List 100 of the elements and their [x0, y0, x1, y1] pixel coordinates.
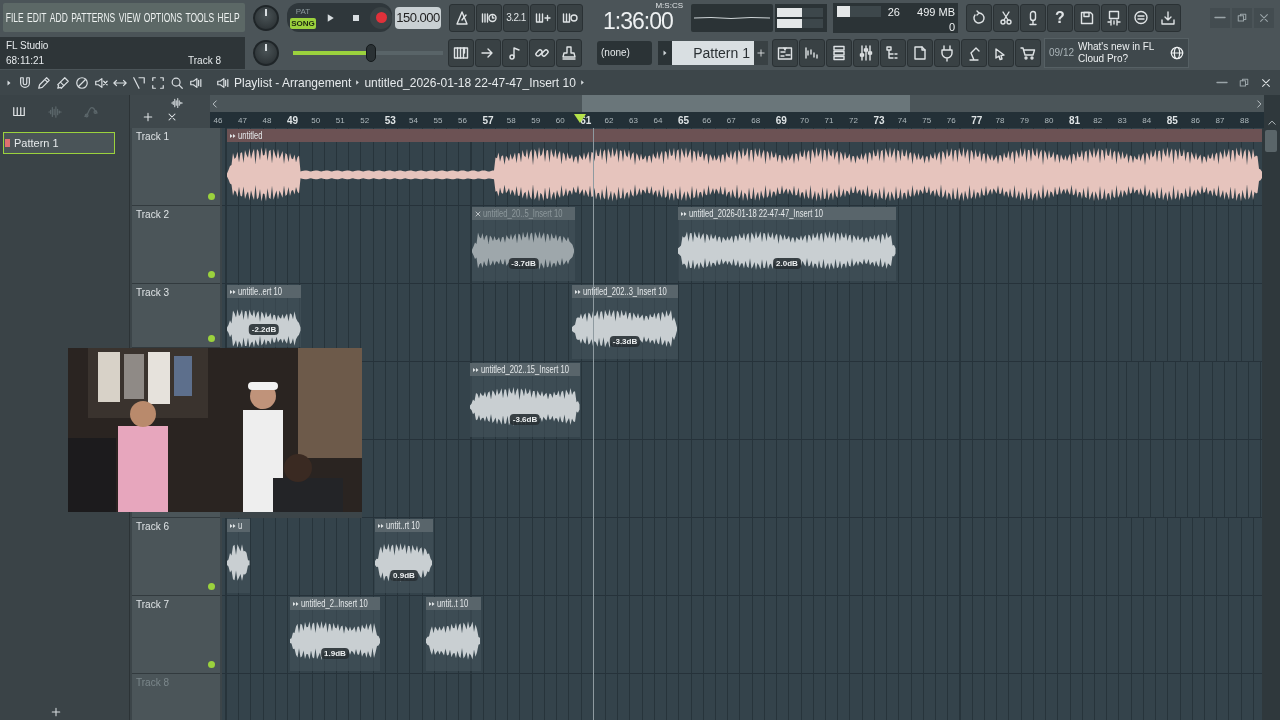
countdown-button[interactable]: 3.2.1 [503, 3, 529, 32]
track-lane[interactable]: untitled_2..Insert 10 1.9dB untit..t 10 [222, 596, 1262, 674]
step-plus-button[interactable] [530, 3, 556, 32]
bar-number: 63 [629, 115, 639, 125]
bar-number: 73 [873, 114, 886, 126]
scissors-button[interactable] [993, 3, 1019, 32]
menu-item[interactable]: ADD [49, 10, 68, 25]
menu-item[interactable]: EDIT [27, 10, 47, 25]
audio-clip[interactable]: u [227, 519, 250, 593]
bar-number: 46 [213, 115, 224, 125]
bar-number: 53 [384, 114, 397, 126]
step-loop-button[interactable] [557, 3, 583, 32]
caret-right-icon [661, 48, 669, 57]
add-button[interactable] [50, 706, 62, 718]
lamp-button[interactable] [961, 38, 987, 67]
audio-clip[interactable]: untit..rt 10 0.9dB [375, 519, 433, 593]
brush-button[interactable] [55, 74, 71, 91]
clip-title: untitled_2026-01-18 22-47-47_Insert 10 [689, 208, 823, 219]
track-lane[interactable]: u untit..rt 10 0.9dB [222, 518, 1262, 596]
audio-clip[interactable]: untitled_2026-01-18 22-47-47_Insert 10 2.0dB [678, 207, 896, 281]
menu-item[interactable]: OPTIONS [143, 10, 183, 25]
undo-button[interactable] [966, 3, 992, 32]
restore-button[interactable] [1232, 7, 1252, 28]
audio-clip[interactable]: untit..t 10 [426, 597, 481, 671]
ban-icon [75, 75, 89, 90]
slider-thumb[interactable] [366, 43, 376, 62]
document-button[interactable] [907, 38, 933, 67]
pattern-selector[interactable]: Pattern 1 [672, 40, 754, 65]
track-lane[interactable] [362, 440, 1262, 518]
track-indicator[interactable] [208, 271, 215, 278]
track-header[interactable]: Track 1 [132, 128, 220, 206]
minimize-button[interactable] [1210, 7, 1230, 28]
gain-label: 1.9dB [321, 648, 349, 659]
step-clock-button[interactable] [476, 3, 502, 32]
track-indicator[interactable] [208, 193, 215, 200]
clip-title: untitled_202..15_Insert 10 [481, 364, 569, 375]
track-indicator[interactable] [208, 583, 215, 590]
channel-dropdown[interactable]: (none) [597, 40, 652, 65]
piano-button[interactable] [448, 38, 474, 67]
track-label: Track 7 [136, 599, 169, 610]
audio-clip[interactable]: untitled_202..15_Insert 10 -3.6dB [470, 363, 580, 437]
link-button[interactable] [529, 38, 555, 67]
playlist-window-button[interactable] [772, 38, 798, 67]
pattern-menu-button[interactable] [658, 40, 672, 65]
note-button[interactable] [502, 38, 528, 67]
speaker-icon [189, 75, 203, 90]
cart-button[interactable] [1015, 38, 1041, 67]
track-header[interactable]: Track 6 [132, 518, 220, 596]
menu-item[interactable]: VIEW [118, 10, 141, 25]
menu-item[interactable]: TOOLS [185, 10, 215, 25]
mode-toggle[interactable]: PAT [290, 6, 316, 17]
bar-number: 75 [922, 115, 933, 125]
hint-track: Track 8 [188, 54, 221, 66]
mixer-button[interactable] [853, 38, 879, 67]
menu-item[interactable]: FILE [5, 10, 24, 25]
close-button[interactable] [1254, 7, 1274, 28]
save-audio-button[interactable] [1101, 3, 1127, 32]
browser-button[interactable] [880, 38, 906, 67]
clip-title: untit..t 10 [437, 598, 469, 609]
remove-button[interactable] [166, 111, 178, 123]
scroll-thumb[interactable] [581, 95, 910, 112]
ban-button[interactable] [74, 74, 90, 91]
microphone-button[interactable] [1020, 3, 1046, 32]
pattern-item[interactable]: Pattern 1 [3, 132, 115, 154]
track-header[interactable]: Track 2 [132, 206, 220, 284]
overview-scrollbar[interactable] [209, 95, 1265, 112]
metronome-button[interactable] [449, 3, 475, 32]
audio-clip[interactable]: untitle..ert 10 -2.2dB [227, 285, 301, 347]
list-button[interactable] [826, 38, 852, 67]
pencil-button[interactable] [36, 74, 52, 91]
stamp-button[interactable] [556, 38, 582, 67]
magnet-button[interactable] [17, 74, 33, 91]
chat-button[interactable] [1128, 3, 1154, 32]
save-button[interactable] [1074, 3, 1100, 32]
track-indicator[interactable] [208, 335, 215, 342]
mode-toggle[interactable]: SONG [290, 18, 316, 29]
plug-button[interactable] [934, 38, 960, 67]
slice-button[interactable] [131, 74, 147, 91]
track-lane[interactable]: untitled_202..15_Insert 10 -3.6dB [362, 362, 1262, 440]
track-header[interactable]: Track 7 [132, 596, 220, 674]
plus-icon [756, 47, 766, 58]
chat-icon [1133, 9, 1149, 26]
download-button[interactable] [1155, 3, 1181, 32]
track-header[interactable]: Track 3 [132, 284, 220, 348]
select-button[interactable] [150, 74, 166, 91]
bar-number: 60 [555, 115, 566, 125]
tempo-field[interactable]: 150.000 [395, 6, 441, 29]
arrow-right-button[interactable] [475, 38, 501, 67]
track-indicator[interactable] [208, 661, 215, 668]
help-button[interactable]: ? [1047, 3, 1073, 32]
news-text: What's new in FL Cloud Pro? [1078, 40, 1156, 65]
audio-clip[interactable]: untitled_2..Insert 10 1.9dB [290, 597, 380, 671]
menu-item[interactable]: PATTERNS [71, 10, 116, 25]
track-lane[interactable]: untitle..ert 10 -2.2dB untitled_202..3_Insert 10 -3.3dB [222, 284, 1262, 362]
channel-rack-button[interactable] [799, 38, 825, 67]
pointer-button[interactable] [988, 38, 1014, 67]
audio-clip[interactable]: untitled_202..3_Insert 10 -3.3dB [572, 285, 678, 359]
add-track-button[interactable] [142, 111, 154, 123]
menu-item[interactable]: HELP [217, 10, 240, 25]
scroll-thumb[interactable] [1265, 130, 1277, 152]
